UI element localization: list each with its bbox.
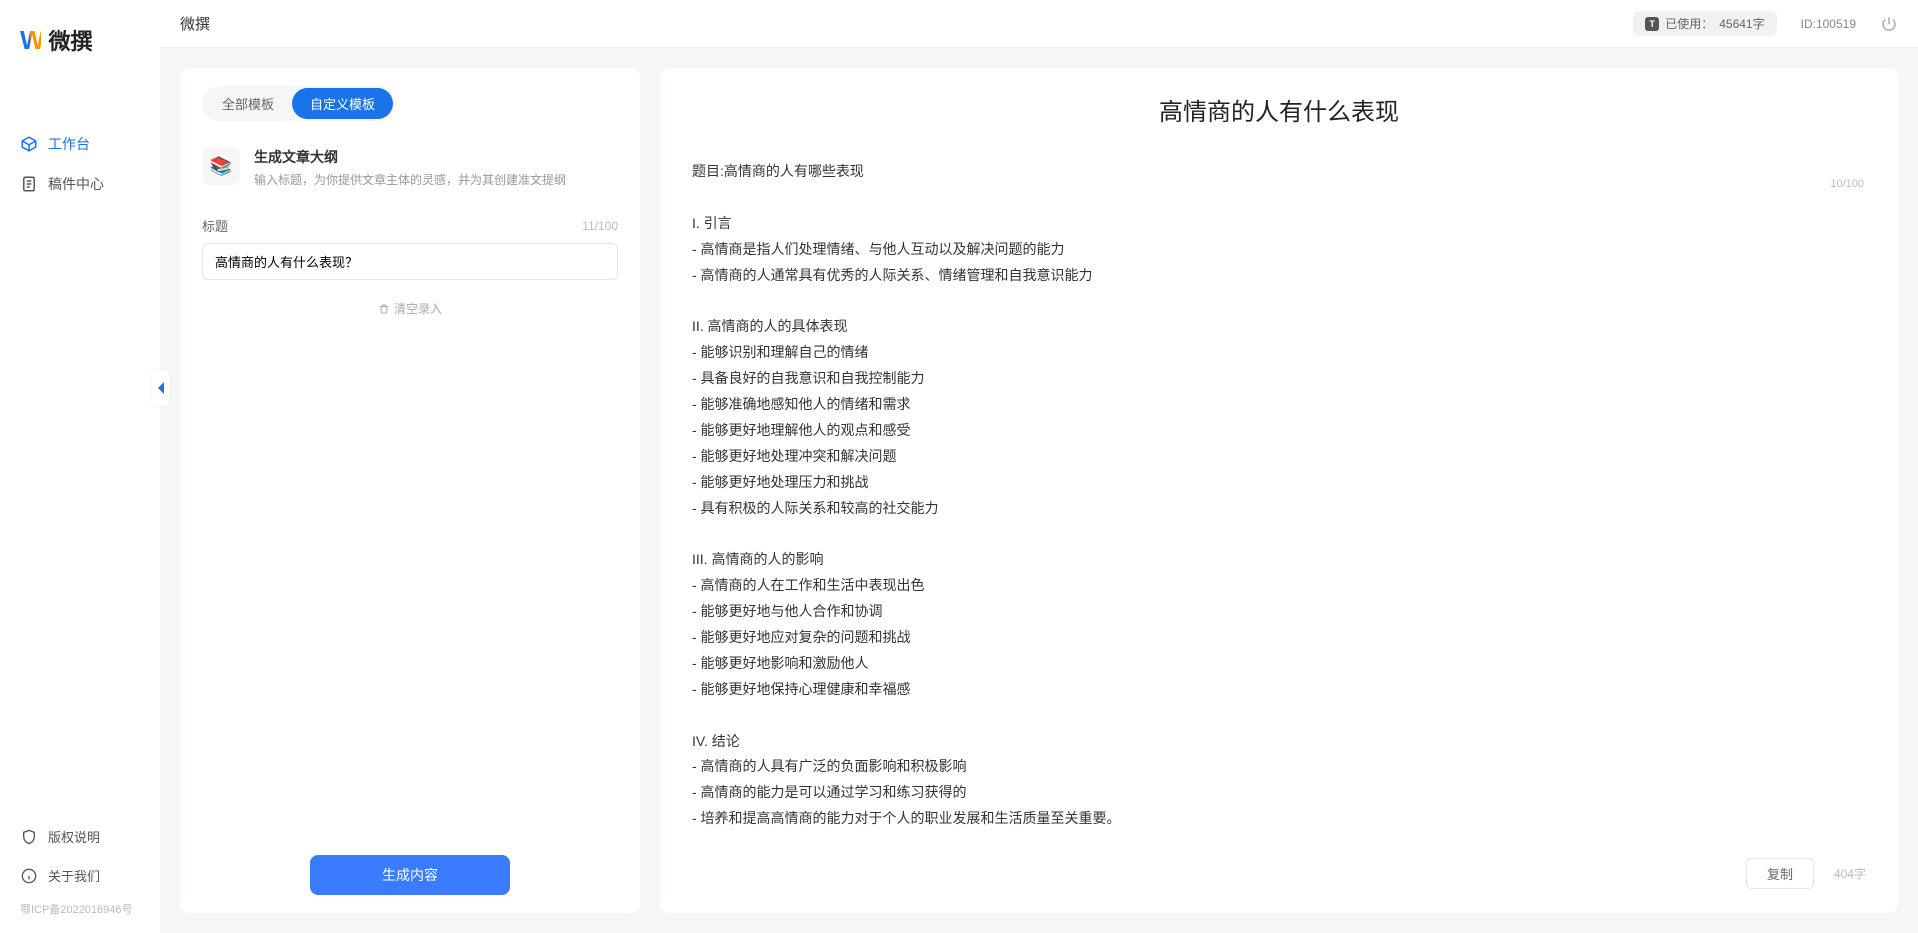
output-title: 高情商的人有什么表现 (692, 92, 1866, 127)
field-label: 标题 (202, 216, 228, 235)
output-panel: 高情商的人有什么表现 10/100 题目:高情商的人有哪些表现 I. 引言 - … (660, 68, 1898, 913)
cube-icon (20, 135, 38, 153)
sidebar-collapse-handle[interactable] (152, 370, 170, 406)
nav-item-about[interactable]: 关于我们 (0, 856, 160, 895)
clear-button[interactable]: 清空录入 (378, 300, 442, 317)
nav-secondary: 版权说明 关于我们 鄂ICP备2022016946号 (0, 817, 160, 921)
nav-item-label: 稿件中心 (48, 174, 104, 194)
tab-all-templates[interactable]: 全部模板 (204, 88, 292, 119)
template-icon: 📚 (202, 147, 240, 185)
usage-value: 45641字 (1719, 15, 1764, 32)
info-icon (20, 867, 38, 885)
title-char-count: 10/100 (1830, 178, 1864, 190)
power-icon[interactable] (1880, 15, 1898, 33)
shield-icon (20, 828, 38, 846)
input-panel: 全部模板 自定义模板 📚 生成文章大纲 输入标题，为你提供文章主体的灵感，并为其… (180, 68, 640, 913)
nav-item-workspace[interactable]: 工作台 (0, 124, 160, 164)
icp-text: 鄂ICP备2022016946号 (0, 895, 160, 917)
text-badge-icon: T (1645, 17, 1659, 31)
nav-item-label: 版权说明 (48, 827, 100, 846)
field-char-count: 11/100 (582, 219, 618, 233)
tab-custom-templates[interactable]: 自定义模板 (292, 88, 393, 119)
generate-button[interactable]: 生成内容 (310, 855, 510, 895)
user-id: ID:100519 (1801, 17, 1856, 31)
copy-button[interactable]: 复制 (1746, 858, 1814, 889)
header: 微撰 T 已使用： 45641字 ID:100519 (160, 0, 1918, 48)
sidebar: W 微撰 工作台 稿件中心 版权说明 (0, 0, 160, 933)
title-input[interactable] (202, 243, 618, 280)
page-title: 微撰 (180, 13, 1633, 34)
title-field: 标题 11/100 (202, 216, 618, 280)
logo-icon: W (20, 25, 41, 56)
logo-text: 微撰 (49, 24, 93, 56)
output-footer: 复制 404字 (692, 844, 1866, 889)
nav-item-copyright[interactable]: 版权说明 (0, 817, 160, 856)
trash-icon (378, 303, 390, 315)
template-card: 📚 生成文章大纲 输入标题，为你提供文章主体的灵感，并为其创建准文提纲 (202, 139, 618, 206)
nav-item-drafts[interactable]: 稿件中心 (0, 164, 160, 204)
output-body: 题目:高情商的人有哪些表现 I. 引言 - 高情商是指人们处理情绪、与他人互动以… (692, 159, 1866, 844)
doc-icon (20, 175, 38, 193)
usage-prefix: 已使用： (1665, 15, 1713, 32)
logo: W 微撰 (0, 24, 160, 84)
usage-badge: T 已使用： 45641字 (1633, 11, 1776, 36)
nav-item-label: 关于我们 (48, 866, 100, 885)
template-title: 生成文章大纲 (254, 147, 566, 167)
clear-label: 清空录入 (394, 300, 442, 317)
template-desc: 输入标题，为你提供文章主体的灵感，并为其创建准文提纲 (254, 171, 566, 188)
nav-item-label: 工作台 (48, 134, 90, 154)
main-area: 微撰 T 已使用： 45641字 ID:100519 全部模板 自定义模板 (160, 0, 1918, 933)
nav-primary: 工作台 稿件中心 (0, 84, 160, 817)
template-tabs: 全部模板 自定义模板 (202, 86, 395, 121)
content: 全部模板 自定义模板 📚 生成文章大纲 输入标题，为你提供文章主体的灵感，并为其… (160, 48, 1918, 933)
output-word-count: 404字 (1834, 865, 1866, 882)
